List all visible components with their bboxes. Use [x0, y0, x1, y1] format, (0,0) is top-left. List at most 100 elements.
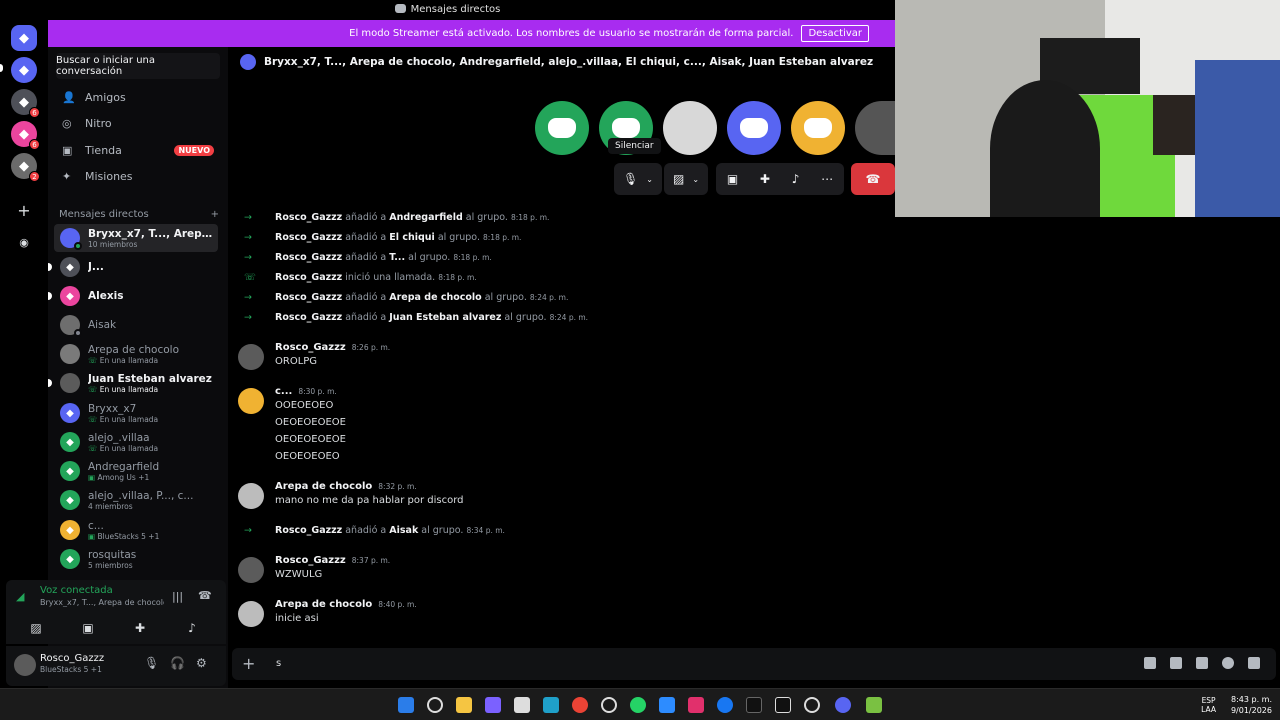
search-conversation-button[interactable]: Buscar o iniciar una conversación — [56, 53, 220, 79]
tiktok-icon[interactable] — [746, 697, 762, 713]
avatar[interactable] — [238, 388, 264, 414]
dm-sub: En una llamada — [99, 384, 159, 394]
bluestacks-icon[interactable] — [866, 697, 882, 713]
participant-tile[interactable] — [727, 101, 781, 155]
camera-off-button[interactable]: ▨ — [12, 616, 60, 640]
dm-item[interactable]: ◆ alejo_.villaa, P..., c... 4 miembros — [54, 486, 218, 514]
soundboard-button[interactable]: ♪ — [168, 616, 216, 640]
dm-item[interactable]: Aisak — [54, 311, 218, 339]
server-button-1[interactable]: ◆ — [11, 57, 37, 83]
discover-icon[interactable]: ◉ — [11, 229, 37, 255]
message-text: OEOEOEOEOE — [275, 434, 346, 445]
message-input[interactable]: s — [276, 658, 281, 669]
gif-icon[interactable] — [1170, 657, 1182, 669]
nav-nitro[interactable]: ◎ Nitro — [54, 111, 222, 135]
server-button-3[interactable]: ◆ 6 — [11, 121, 40, 150]
sticker-icon[interactable] — [1196, 657, 1208, 669]
dm-header: Mensajes directos + — [59, 209, 219, 220]
share-screen-button[interactable]: ▣ — [64, 616, 112, 640]
home-button[interactable]: ◆ — [11, 25, 37, 51]
avatar[interactable] — [238, 601, 264, 627]
edge-icon[interactable] — [543, 697, 559, 713]
dm-name: Arepa de chocolo — [88, 343, 180, 356]
apps-icon[interactable] — [1248, 657, 1260, 669]
participant-tile[interactable] — [855, 101, 895, 155]
copilot-icon[interactable] — [485, 697, 501, 713]
nav-quests[interactable]: ✦ Misiones — [54, 164, 222, 188]
zoom-icon[interactable] — [659, 697, 675, 713]
dm-item[interactable]: ◆ Bryxx_x7 ☏ En una llamada — [54, 399, 218, 427]
whatsapp-icon[interactable] — [630, 697, 646, 713]
add-server-icon[interactable]: + — [11, 197, 37, 223]
system-message: → Rosco_Gazzz añadió a Juan Esteban alvar… — [244, 312, 589, 323]
participant-tile[interactable] — [663, 101, 717, 155]
message-author[interactable]: Arepa de chocolo — [275, 481, 372, 492]
steam-icon[interactable] — [804, 697, 820, 713]
message-author[interactable]: Arepa de chocolo — [275, 599, 372, 610]
server-button-4[interactable]: ◆ 2 — [11, 153, 40, 182]
participant-tile[interactable] — [535, 101, 589, 155]
disconnect-icon[interactable]: ☎ — [198, 589, 212, 602]
message-text: OOEOEOEO — [275, 400, 334, 411]
search-icon[interactable] — [427, 697, 443, 713]
dm-sub: 5 miembros — [88, 560, 133, 570]
dm-item[interactable]: ◆ rosquitas 5 miembros — [54, 545, 218, 573]
dm-name: c... — [88, 519, 104, 532]
soundboard-icon: ♪ — [188, 621, 196, 635]
message-author[interactable]: c... — [275, 386, 292, 397]
store-icon[interactable] — [514, 697, 530, 713]
file-explorer-icon[interactable] — [456, 697, 472, 713]
chatgpt-icon[interactable] — [601, 697, 617, 713]
dm-item[interactable]: Juan Esteban alvarez ☏ En una llamada — [48, 369, 218, 397]
dm-item[interactable]: ◆ J... — [48, 253, 218, 281]
mic-icon[interactable]: 🎙 — [144, 656, 159, 670]
avatar[interactable] — [238, 344, 264, 370]
message-author[interactable]: Rosco_Gazzz — [275, 555, 346, 566]
avatar[interactable] — [238, 557, 264, 583]
message-author[interactable]: Rosco_Gazzz — [275, 342, 346, 353]
participant-tile[interactable] — [791, 101, 845, 155]
chrome-icon[interactable] — [572, 697, 588, 713]
share-screen-icon[interactable]: ▣ — [727, 172, 738, 186]
start-icon[interactable] — [398, 697, 414, 713]
dm-sub: En una llamada — [99, 355, 159, 365]
activities-icon[interactable]: ✚ — [760, 172, 770, 186]
x-icon[interactable] — [775, 697, 791, 713]
dm-header-label: Mensajes directos — [59, 209, 149, 220]
more-icon[interactable]: ⋯ — [821, 172, 833, 186]
dm-item[interactable]: ◆ Andregarfield ▣ Among Us +1 — [54, 457, 218, 485]
nav-shop[interactable]: ▣ Tienda NUEVO — [54, 138, 222, 162]
dm-item[interactable]: ◆ Alexis — [48, 282, 218, 310]
language-indicator[interactable]: ESP LAA — [1201, 696, 1216, 714]
soundboard-icon[interactable]: ♪ — [792, 172, 800, 186]
discord-icon[interactable] — [835, 697, 851, 713]
disable-streamer-button[interactable]: Desactivar — [801, 25, 869, 42]
avatar: ◆ — [60, 432, 80, 452]
arrow-icon: → — [244, 312, 252, 323]
gift-icon[interactable] — [1144, 657, 1156, 669]
create-dm-icon[interactable]: + — [211, 209, 219, 220]
settings-gear-icon[interactable]: ⚙ — [196, 656, 207, 670]
add-attachment-icon[interactable]: + — [242, 654, 255, 673]
emoji-icon[interactable] — [1222, 657, 1234, 669]
dm-name: Juan Esteban alvarez — [88, 372, 212, 385]
server-button-2[interactable]: ◆ 6 — [11, 89, 40, 118]
camera-button[interactable]: ▨ ⌄ — [664, 163, 708, 195]
noise-suppression-icon[interactable]: ||| — [172, 590, 183, 603]
dm-item[interactable]: Arepa de chocolo ☏ En una llamada — [54, 340, 218, 368]
nav-friends[interactable]: 👤 Amigos — [54, 85, 222, 109]
hang-up-button[interactable]: ☎ — [851, 163, 895, 195]
dm-item[interactable]: ◆ alejo_.villaa ☏ En una llamada — [54, 428, 218, 456]
avatar[interactable] — [238, 483, 264, 509]
dm-item[interactable]: Bryxx_x7, T..., Arepa de c...10 miembros — [54, 224, 218, 252]
avatar[interactable] — [14, 654, 36, 676]
headphones-icon[interactable]: 🎧 — [170, 656, 185, 670]
instagram-icon[interactable] — [688, 697, 704, 713]
voice-channel[interactable]: Bryxx_x7, T..., Arepa de chocolo, ... — [40, 598, 164, 607]
facebook-icon[interactable] — [717, 697, 733, 713]
activities-button[interactable]: ✚ — [116, 616, 164, 640]
dm-item[interactable]: ◆ c... ▣ BlueStacks 5 +1 — [54, 516, 218, 544]
clock[interactable]: 8:43 p. m. 9/01/2026 — [1231, 694, 1272, 716]
mute-button[interactable]: 🎙 ⌄ — [614, 163, 662, 195]
nav-label: Tienda — [85, 143, 122, 157]
